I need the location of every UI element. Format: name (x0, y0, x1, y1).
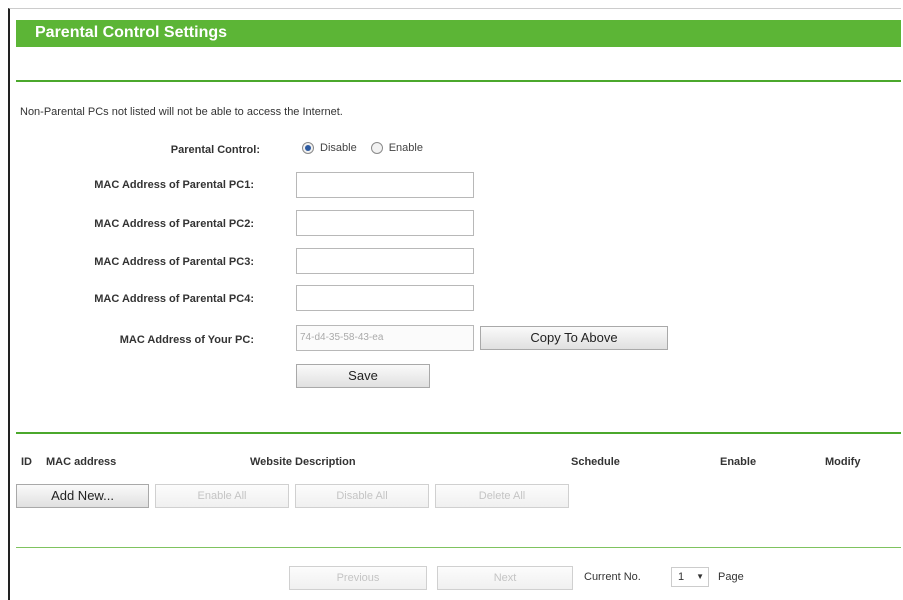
parental-control-radio-group: Disable Enable (302, 142, 437, 154)
enable-radio[interactable] (370, 142, 383, 154)
enable-radio-label[interactable]: Enable (389, 142, 423, 154)
enable-all-button[interactable]: Enable All (155, 484, 289, 508)
disable-radio[interactable] (302, 142, 314, 154)
column-id: ID (21, 456, 32, 468)
disable-radio-label[interactable]: Disable (320, 142, 357, 154)
page-select[interactable]: 1 ▼ (671, 567, 709, 587)
divider-top (16, 80, 901, 82)
disable-all-button[interactable]: Disable All (295, 484, 429, 508)
mac-pc4-label: MAC Address of Parental PC4: (94, 293, 254, 305)
column-schedule: Schedule (571, 456, 620, 468)
next-button[interactable]: Next (437, 566, 573, 590)
your-pc-mac-label: MAC Address of Your PC: (119, 334, 254, 346)
page-select-value: 1 (678, 571, 685, 583)
add-new-button[interactable]: Add New... (16, 484, 149, 508)
parental-control-label: Parental Control: (170, 144, 260, 156)
mac-pc2-label: MAC Address of Parental PC2: (94, 218, 254, 230)
delete-all-button[interactable]: Delete All (435, 484, 569, 508)
page-label: Page (718, 571, 744, 583)
copy-to-above-button[interactable]: Copy To Above (480, 326, 668, 350)
page-title: Parental Control Settings (35, 24, 228, 41)
column-enable: Enable (720, 456, 757, 468)
mac-pc3-label: MAC Address of Parental PC3: (94, 256, 254, 268)
notice-text: Non-Parental PCs not listed will not be … (20, 106, 343, 118)
column-mac-address: MAC address (46, 456, 117, 468)
divider-middle (16, 432, 901, 434)
current-no-label: Current No. (584, 571, 641, 583)
previous-button[interactable]: Previous (289, 566, 427, 590)
mac-pc4-input[interactable] (296, 285, 474, 311)
mac-pc1-label: MAC Address of Parental PC1: (94, 179, 254, 191)
column-modify: Modify (825, 456, 861, 468)
mac-pc3-input[interactable] (296, 248, 474, 274)
your-pc-mac-field: 74-d4-35-58-43-ea (296, 325, 474, 351)
column-website-description: Website Description (250, 456, 356, 468)
mac-pc1-input[interactable] (296, 172, 474, 198)
divider-bottom (16, 547, 901, 548)
save-button[interactable]: Save (296, 364, 430, 388)
chevron-down-icon: ▼ (696, 572, 704, 581)
mac-pc2-input[interactable] (296, 210, 474, 236)
